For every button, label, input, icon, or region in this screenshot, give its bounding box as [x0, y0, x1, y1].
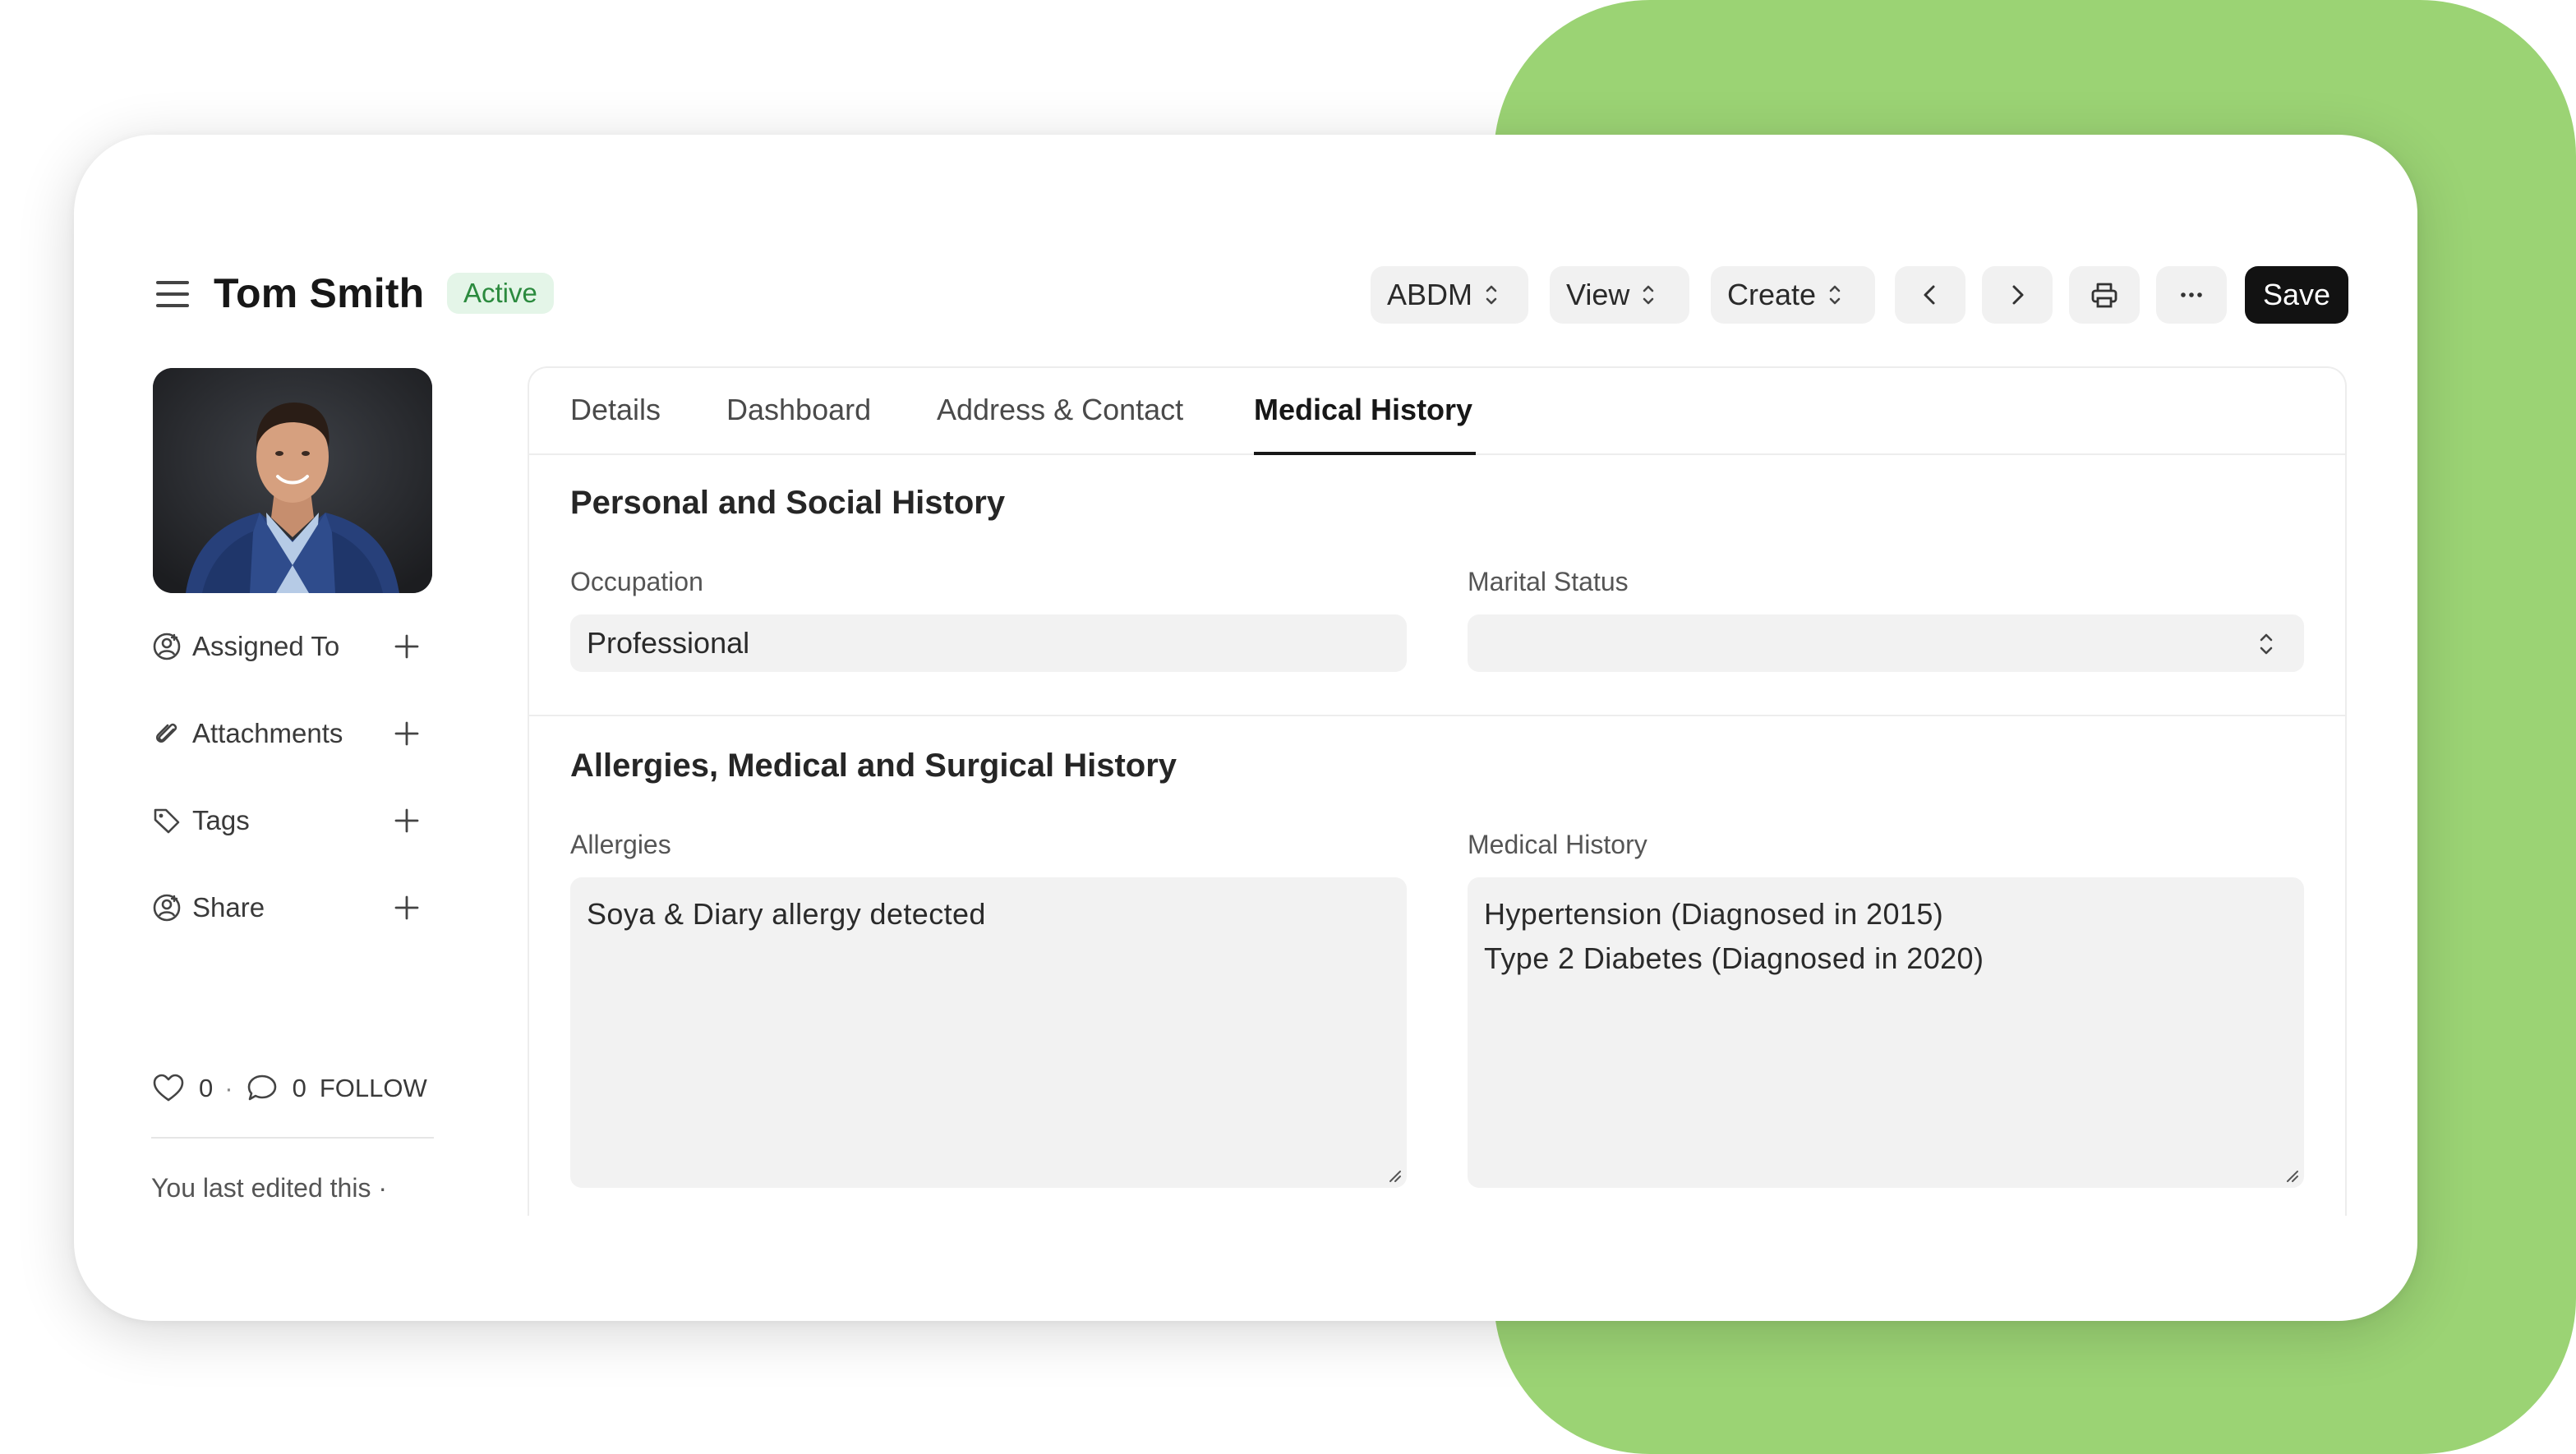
section-title-medical: Allergies, Medical and Surgical History — [570, 748, 1177, 784]
abdm-label: ABDM — [1387, 278, 1473, 311]
sidebar-item-attachments[interactable]: Attachments — [151, 713, 431, 754]
chevron-updown-icon — [2260, 633, 2273, 655]
next-record-button[interactable] — [1982, 266, 2053, 324]
abdm-dropdown-button[interactable]: ABDM — [1371, 266, 1528, 324]
resize-handle-icon[interactable] — [1384, 1165, 1402, 1183]
status-badge: Active — [447, 273, 554, 314]
sidebar-item-label: Tags — [192, 805, 250, 835]
tab-dashboard[interactable]: Dashboard — [726, 389, 871, 430]
add-assignee-icon[interactable] — [391, 631, 422, 662]
sidebar-item-label: Share — [192, 892, 265, 923]
chevron-updown-icon — [1484, 281, 1499, 309]
allergies-textarea[interactable]: Soya & Diary allergy detected — [570, 877, 1407, 1188]
medical-history-line: Type 2 Diabetes (Diagnosed in 2020) — [1484, 941, 1984, 975]
follow-link[interactable]: FOLLOW — [320, 1074, 427, 1103]
chevron-right-icon — [2012, 285, 2024, 305]
avatar[interactable] — [153, 368, 432, 593]
medical-history-label: Medical History — [1468, 830, 1647, 859]
save-button[interactable]: Save — [2245, 266, 2348, 324]
engagement-stats: 0 · 0 FOLLOW — [151, 1070, 427, 1107]
view-label: View — [1566, 278, 1630, 311]
sidebar-item-share[interactable]: Share — [151, 887, 431, 928]
heart-icon[interactable] — [151, 1071, 186, 1106]
ellipsis-icon — [2181, 292, 2202, 297]
more-options-button[interactable] — [2156, 266, 2227, 324]
chevron-left-icon — [1924, 285, 1935, 305]
profile-photo — [153, 368, 432, 593]
medical-history-textarea[interactable]: Hypertension (Diagnosed in 2015) Type 2 … — [1468, 877, 2304, 1188]
add-tag-icon[interactable] — [391, 805, 422, 836]
occupation-label: Occupation — [570, 567, 703, 596]
sidebar-item-label: Attachments — [192, 718, 343, 748]
create-dropdown-button[interactable]: Create — [1711, 266, 1875, 324]
last-edited-text: You last edited this · — [151, 1173, 387, 1203]
add-attachment-icon[interactable] — [391, 718, 422, 749]
occupation-field[interactable]: Professional — [570, 614, 1407, 672]
view-dropdown-button[interactable]: View — [1550, 266, 1689, 324]
sidebar-item-label: Assigned To — [192, 631, 340, 661]
tab-address-contact[interactable]: Address & Contact — [937, 389, 1183, 430]
page-title: Tom Smith — [214, 270, 425, 316]
section-title-personal: Personal and Social History — [570, 485, 1006, 521]
hamburger-menu-icon[interactable] — [156, 278, 189, 311]
sidebar-item-assigned-to[interactable]: Assigned To — [151, 626, 431, 667]
comment-icon[interactable] — [245, 1071, 279, 1106]
paperclip-icon — [151, 718, 182, 749]
marital-status-label: Marital Status — [1468, 567, 1629, 596]
section-divider — [528, 715, 2347, 716]
medical-history-line: Hypertension (Diagnosed in 2015) — [1484, 897, 1944, 931]
comments-count: 0 — [292, 1074, 306, 1102]
stats-separator: · — [224, 1074, 233, 1102]
create-label: Create — [1727, 278, 1817, 311]
allergies-label: Allergies — [570, 830, 671, 859]
chevron-updown-icon — [1641, 281, 1656, 309]
sidebar-divider — [151, 1137, 434, 1139]
active-tab-indicator — [1254, 452, 1476, 455]
previous-record-button[interactable] — [1895, 266, 1965, 324]
resize-handle-icon[interactable] — [2281, 1165, 2299, 1183]
share-user-icon — [151, 892, 182, 923]
allergies-text: Soya & Diary allergy detected — [587, 897, 986, 931]
sidebar-item-tags[interactable]: Tags — [151, 800, 431, 841]
add-share-icon[interactable] — [391, 892, 422, 923]
likes-count: 0 — [199, 1074, 214, 1102]
tab-details[interactable]: Details — [570, 389, 661, 430]
marital-status-select[interactable] — [1468, 614, 2304, 672]
print-button[interactable] — [2069, 266, 2140, 324]
tab-medical-history[interactable]: Medical History — [1254, 389, 1472, 430]
user-assign-icon — [151, 631, 182, 662]
printer-icon — [2091, 283, 2117, 308]
tag-icon — [151, 805, 182, 836]
chevron-updown-icon — [1827, 281, 1842, 309]
